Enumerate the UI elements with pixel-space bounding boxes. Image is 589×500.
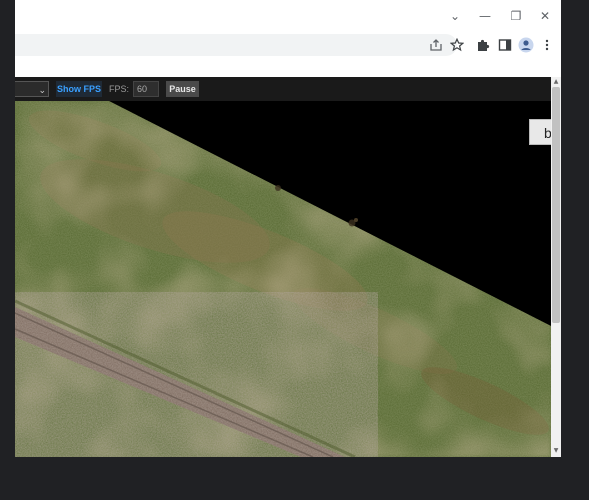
profile-icon[interactable]	[516, 35, 536, 55]
scrollbar-thumb[interactable]	[552, 87, 560, 323]
show-fps-button[interactable]: Show FPS	[56, 81, 102, 97]
puzzle-extensions-icon[interactable]	[473, 35, 493, 55]
maximize-button[interactable]: ❐	[502, 8, 530, 24]
address-bar[interactable]	[15, 34, 457, 56]
fps-input[interactable]: 60	[133, 81, 159, 97]
share-icon[interactable]	[426, 35, 446, 55]
fps-label: FPS:	[109, 84, 130, 94]
close-button[interactable]: ✕	[531, 8, 559, 24]
minimize-button[interactable]: —	[471, 8, 499, 24]
pause-button[interactable]: Pause	[166, 81, 199, 97]
scroll-down-arrow-icon[interactable]: ▼	[551, 446, 561, 456]
kebab-menu-icon[interactable]	[537, 35, 557, 55]
page-content: ⌄ Show FPS FPS: 60 Pause b ▲ ▼	[15, 77, 561, 457]
side-panel-button[interactable]: b	[529, 119, 553, 145]
side-panel-icon[interactable]	[495, 35, 515, 55]
browser-window: ⌄ — ❐ ✕ ⌄ Show FPS FPS: 60 Pause b ▲ ▼	[15, 0, 561, 457]
game-map-canvas[interactable]	[15, 101, 551, 457]
star-icon[interactable]	[447, 35, 467, 55]
scroll-up-arrow-icon[interactable]: ▲	[551, 77, 561, 87]
mode-select[interactable]: ⌄	[15, 81, 49, 97]
vertical-scrollbar[interactable]: ▲ ▼	[551, 77, 561, 457]
title-bar: ⌄ — ❐ ✕	[15, 0, 561, 32]
game-controls-bar: ⌄ Show FPS FPS: 60 Pause	[15, 77, 551, 102]
tab-search-dropdown-icon[interactable]: ⌄	[441, 8, 469, 24]
browser-toolbar	[15, 32, 561, 62]
